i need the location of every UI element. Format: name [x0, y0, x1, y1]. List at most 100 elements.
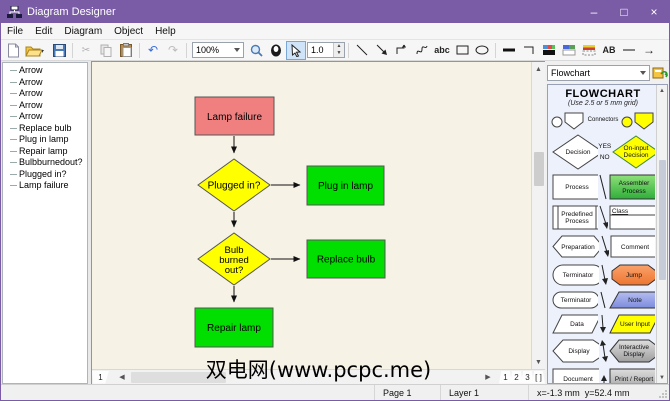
spinner-arrows[interactable]: ▲ ▼	[333, 43, 344, 57]
palette-shape-assembler-process[interactable]: Assembler Process	[608, 173, 655, 201]
paste-button[interactable]	[116, 41, 136, 60]
palette-shape-connector-white[interactable]	[551, 109, 585, 131]
palette-shape-note[interactable]: Note	[608, 290, 655, 310]
fill-color-button[interactable]	[559, 41, 579, 60]
shadow-color-button[interactable]	[579, 41, 599, 60]
tree-item-bulbburnedout[interactable]: Bulbburnedout?	[7, 157, 87, 169]
palette-shape-print-report[interactable]: Print / Report	[608, 367, 655, 384]
palette-scroll-thumb[interactable]	[658, 160, 666, 280]
scroll-left-icon[interactable]: ◀	[115, 370, 129, 384]
load-palette-button[interactable]	[652, 65, 668, 80]
undo-button[interactable]: ↶	[143, 41, 163, 60]
palette-shape-predefined-process[interactable]: Predefined Process	[551, 204, 598, 231]
font-button[interactable]: AB	[599, 41, 619, 60]
text-tool-button[interactable]: abc	[432, 41, 452, 60]
line-scale-spinner[interactable]: 1.0 ▲ ▼	[307, 42, 345, 58]
menu-object[interactable]: Object	[108, 25, 149, 38]
tree-item-lamp-failure[interactable]: Lamp failure	[7, 180, 87, 192]
tree-item-replace-bulb[interactable]: Replace bulb	[7, 123, 87, 135]
pointer-tool-button[interactable]	[286, 40, 306, 60]
redo-button[interactable]: ↷	[163, 41, 183, 60]
node-lamp-failure[interactable]: Lamp failure	[194, 96, 275, 136]
tree-item-arrow[interactable]: Arrow	[7, 77, 87, 89]
palette-shape-document[interactable]: Document	[551, 367, 600, 384]
palette-scrollbar[interactable]: ▲ ▼	[656, 85, 667, 383]
line-style-button[interactable]	[619, 41, 639, 60]
palette-shape-terminator-small[interactable]: Terminator	[551, 290, 599, 310]
current-page-tab[interactable]: 1	[92, 370, 109, 384]
flow-arrow-sample[interactable]	[598, 204, 609, 231]
tree-item-repair-lamp[interactable]: Repair lamp	[7, 146, 87, 158]
vertical-scroll-thumb[interactable]	[533, 152, 544, 186]
palette-shape-class[interactable]: Class	[608, 204, 656, 231]
palette-shape-decision[interactable]: Decision	[551, 133, 599, 171]
open-file-button[interactable]	[23, 41, 49, 60]
canvas-vertical-scrollbar[interactable]: ▲ ▼	[531, 62, 545, 369]
flow-arrow-sample[interactable]	[599, 234, 610, 259]
template-select[interactable]: Flowchart	[547, 64, 650, 81]
tree-item-arrow[interactable]: Arrow	[7, 111, 87, 123]
zoom-level-select[interactable]: 100%	[192, 42, 244, 58]
page-tab-new[interactable]: [ ]	[532, 370, 545, 384]
corner-style-button[interactable]	[519, 41, 539, 60]
save-button[interactable]	[49, 41, 69, 60]
diagram-canvas[interactable]: Lamp failure Plugged in? Plug in lamp Bu…	[92, 62, 531, 369]
tree-item-plug-in-lamp[interactable]: Plug in lamp	[7, 134, 87, 146]
copy-button[interactable]	[96, 41, 116, 60]
palette-shape-comment[interactable]: Comment	[609, 234, 655, 259]
node-replace-bulb[interactable]: Replace bulb	[306, 239, 386, 279]
node-bulb-burned-out[interactable]: Bulb burned out?	[197, 232, 271, 286]
node-plug-in-lamp[interactable]: Plug in lamp	[306, 165, 385, 206]
node-repair-lamp[interactable]: Repair lamp	[194, 307, 274, 348]
tree-item-arrow[interactable]: Arrow	[7, 65, 87, 77]
palette-shape-preparation[interactable]: Preparation	[551, 234, 599, 259]
scroll-down-icon[interactable]: ▼	[659, 372, 665, 383]
palette-shape-jump[interactable]: Jump	[608, 263, 655, 287]
tree-item-arrow[interactable]: Arrow	[7, 100, 87, 112]
arrow-style-button[interactable]: →	[639, 41, 659, 60]
flow-line-sample[interactable]	[598, 290, 607, 310]
palette-shape-on-input-decision[interactable]: On-input Decision	[611, 133, 655, 171]
page-tab-1[interactable]: 1	[499, 370, 512, 384]
minimize-button[interactable]: –	[579, 1, 609, 23]
cut-button[interactable]: ✂	[76, 41, 96, 60]
rectangle-tool-button[interactable]	[452, 41, 472, 60]
palette-shape-interactive-display[interactable]: Interactive Display	[608, 338, 655, 364]
page-tab-2[interactable]: 2	[510, 370, 523, 384]
zoom-tool-button[interactable]	[246, 41, 266, 60]
palette-shape-process[interactable]: Process	[551, 173, 599, 201]
flow-line-sample[interactable]	[598, 173, 607, 201]
node-plugged-in[interactable]: Plugged in?	[197, 158, 271, 212]
tree-item-plugged-in[interactable]: Plugged in?	[7, 169, 87, 181]
palette-shape-display[interactable]: Display	[551, 338, 600, 364]
curve-tool-button[interactable]	[412, 41, 432, 60]
line-width-button[interactable]	[499, 41, 519, 60]
scroll-up-icon[interactable]: ▲	[532, 62, 546, 76]
menu-file[interactable]: File	[1, 25, 29, 38]
spin-up-icon[interactable]: ▲	[334, 43, 344, 50]
palette-shape-connector-yellow[interactable]	[621, 109, 655, 131]
resize-grip[interactable]	[657, 385, 669, 400]
scroll-right-icon[interactable]: ▶	[481, 370, 495, 384]
menu-diagram[interactable]: Diagram	[58, 25, 108, 38]
flow-arrow-sample[interactable]	[598, 313, 607, 335]
maximize-button[interactable]: □	[609, 1, 639, 23]
palette-shape-terminator[interactable]: Terminator	[551, 263, 600, 287]
line-tool-button[interactable]	[352, 41, 372, 60]
page-tab-3[interactable]: 3	[521, 370, 534, 384]
palette-shape-user-input[interactable]: User Input	[607, 313, 655, 335]
menu-edit[interactable]: Edit	[29, 25, 58, 38]
ellipse-tool-button[interactable]	[472, 41, 492, 60]
flow-arrow-sample[interactable]	[599, 367, 608, 384]
line-color-button[interactable]	[539, 41, 559, 60]
tree-item-arrow[interactable]: Arrow	[7, 88, 87, 100]
new-document-button[interactable]	[3, 41, 23, 60]
polyline-tool-button[interactable]	[392, 41, 412, 60]
pan-tool-button[interactable]	[266, 41, 286, 60]
title-bar[interactable]: Diagram Designer – □ ×	[1, 1, 669, 23]
palette-shape-data[interactable]: Data	[551, 313, 598, 335]
scroll-down-icon[interactable]: ▼	[532, 355, 546, 369]
flow-arrow-sample[interactable]	[599, 263, 609, 287]
flow-arrow-sample[interactable]	[599, 338, 609, 364]
close-button[interactable]: ×	[639, 1, 669, 23]
